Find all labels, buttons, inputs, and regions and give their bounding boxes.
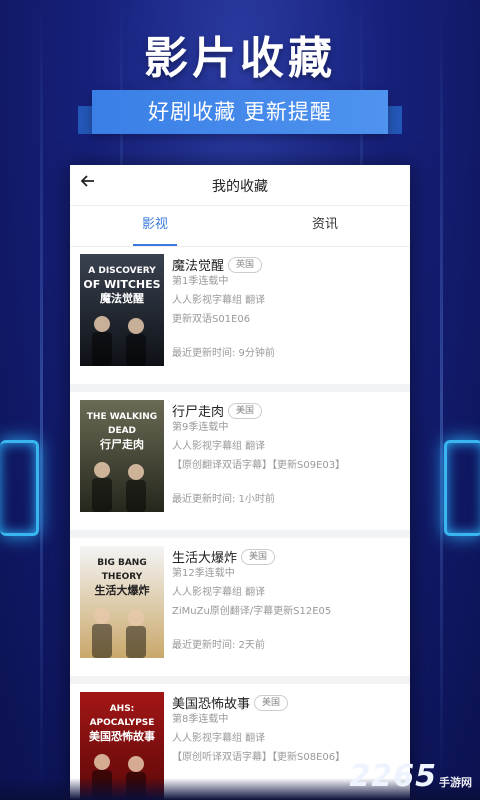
poster-text: 美国恐怖故事 <box>89 730 155 743</box>
poster-figures <box>92 316 146 366</box>
poster-text: 魔法觉醒 <box>100 292 144 305</box>
tab-news[interactable]: 资讯 <box>240 206 410 246</box>
title-row: 生活大爆炸 美国 <box>172 546 402 566</box>
poster-text: AHS: APOCALYPSE <box>89 704 155 728</box>
region-badge: 美国 <box>241 548 276 565</box>
translator-credit: 人人影视字幕组 翻译 <box>172 587 266 598</box>
right-glow-frame <box>444 440 480 536</box>
background-light-streak <box>440 0 443 800</box>
updated-time: 最近更新时间: 1小时前 <box>172 494 275 505</box>
poster-figures <box>92 462 146 512</box>
updated-time: 最近更新时间: 9分钟前 <box>172 348 275 359</box>
list-separator <box>70 384 410 392</box>
left-glow-frame <box>0 440 39 536</box>
favorite-info: 魔法觉醒 英国 第1季连载中 人人影视字幕组 翻译 更新双语S01E06 最近更新… <box>172 254 402 359</box>
favorite-info: 生活大爆炸 美国 第12季连载中 人人影视字幕组 翻译 ZiMuZu原创翻译/字幕… <box>172 546 402 651</box>
translator-credit: 人人影视字幕组 翻译 <box>172 733 266 744</box>
list-separator <box>70 530 410 538</box>
app-screen: 我的收藏 影视 资讯 A DISCOVERY OF WITCHES 魔法觉醒 魔法觉… <box>70 165 410 800</box>
title-row: 魔法觉醒 英国 <box>172 254 402 274</box>
promo-headline: 影片收藏 <box>144 33 336 84</box>
latest-update: 更新双语S01E06 <box>172 314 251 325</box>
title-row: 行尸走肉 美国 <box>172 400 402 420</box>
season-status: 第12季连载中 <box>172 568 235 579</box>
season-status: 第9季连载中 <box>172 422 229 433</box>
watermark-number: 2265 <box>349 759 437 794</box>
poster-image[interactable]: A DISCOVERY OF WITCHES 魔法觉醒 <box>80 254 164 366</box>
background-light-streak <box>40 0 43 800</box>
updated-time: 最近更新时间: 2天前 <box>172 640 265 651</box>
title-row: 美国恐怖故事 美国 <box>172 692 402 712</box>
promo-ribbon: 好剧收藏 更新提醒 <box>92 90 388 134</box>
favorite-info: 行尸走肉 美国 第9季连载中 人人影视字幕组 翻译 【原创翻译双语字幕】【更新S0… <box>172 400 402 505</box>
latest-update: 【原创翻译双语字幕】【更新S09E03】 <box>172 460 346 471</box>
poster-figures <box>92 608 146 658</box>
promo-subheadline: 好剧收藏 更新提醒 <box>148 100 332 124</box>
translator-credit: 人人影视字幕组 翻译 <box>172 295 266 306</box>
poster-image[interactable]: THE WALKING DEAD 行尸走肉 <box>80 400 164 512</box>
poster-text: THE WALKING DEAD <box>86 412 158 436</box>
list-separator <box>70 676 410 684</box>
translator-credit: 人人影视字幕组 翻译 <box>172 441 266 452</box>
favorites-list: A DISCOVERY OF WITCHES 魔法觉醒 魔法觉醒 英国 第1季连载中 … <box>70 246 410 800</box>
page-title: 我的收藏 <box>212 179 268 195</box>
poster-text: A DISCOVERY <box>88 266 156 276</box>
app-header: 我的收藏 <box>70 165 410 206</box>
latest-update: ZiMuZu原创翻译/字幕更新S12E05 <box>172 606 332 617</box>
favorite-info: 美国恐怖故事 美国 第8季连载中 人人影视字幕组 翻译 【原创听译双语字幕】【更新… <box>172 692 402 767</box>
season-status: 第8季连载中 <box>172 714 229 725</box>
poster-text: 生活大爆炸 <box>94 584 150 597</box>
poster-text: 行尸走肉 <box>100 438 144 451</box>
tab-movies-tv[interactable]: 影视 <box>70 206 240 246</box>
site-watermark: 2265 手游网 <box>350 759 473 794</box>
region-badge: 美国 <box>254 694 289 711</box>
region-badge: 英国 <box>228 256 263 273</box>
favorite-item[interactable]: BIG BANG THEORY 生活大爆炸 生活大爆炸 美国 第12季连载中 人人影… <box>70 538 410 676</box>
favorite-item[interactable]: THE WALKING DEAD 行尸走肉 行尸走肉 美国 第9季连载中 人人影视字… <box>70 392 410 530</box>
poster-text: OF WITCHES <box>83 278 161 291</box>
poster-text: BIG BANG THEORY <box>97 558 147 582</box>
poster-image[interactable]: BIG BANG THEORY 生活大爆炸 <box>80 546 164 658</box>
watermark-suffix: 手游网 <box>439 776 472 789</box>
tab-bar: 影视 资讯 <box>70 206 410 247</box>
season-status: 第1季连载中 <box>172 276 229 287</box>
favorite-item[interactable]: A DISCOVERY OF WITCHES 魔法觉醒 魔法觉醒 英国 第1季连载中 … <box>70 246 410 384</box>
region-badge: 美国 <box>228 402 263 419</box>
